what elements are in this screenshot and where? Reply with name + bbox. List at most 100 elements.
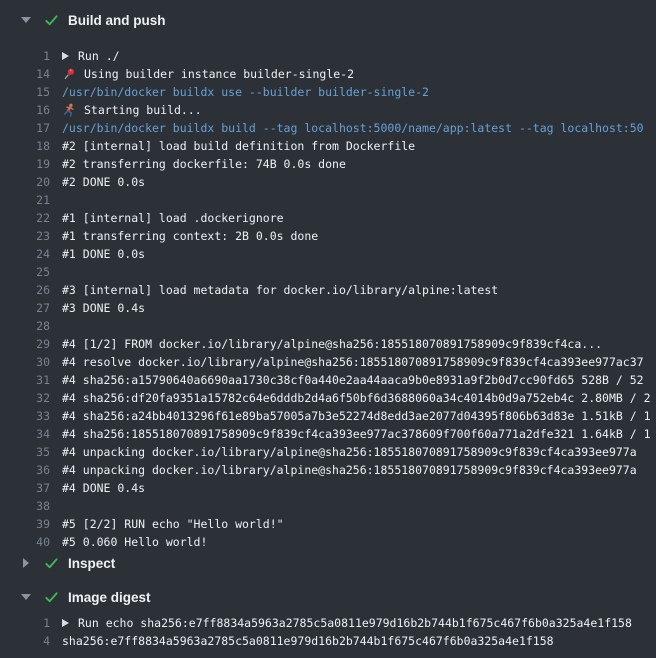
log-line-content: #2 DONE 0.0s — [50, 173, 145, 191]
log-line-content: #5 [2/2] RUN echo "Hello world!" — [50, 515, 284, 533]
log-text: #1 transferring context: 2B 0.0s done — [62, 227, 318, 245]
log-text: Run ./ — [78, 47, 120, 65]
log-line-content — [50, 317, 62, 335]
log-line: 39#5 [2/2] RUN echo "Hello world!" — [0, 515, 656, 533]
workflow-log: Build and push1Run ./14Using builder ins… — [0, 0, 656, 650]
log-text: sha256:e7ff8834a5963a2785c5a0811e979d16b… — [62, 632, 554, 650]
log-line: 17/usr/bin/docker buildx build --tag loc… — [0, 119, 656, 137]
log-text: #1 [internal] load .dockerignore — [62, 209, 284, 227]
log-line-content: #3 [internal] load metadata for docker.i… — [50, 281, 498, 299]
chevron-down-icon[interactable] — [20, 591, 32, 603]
line-number[interactable]: 39 — [0, 515, 50, 533]
log-line-content: #4 resolve docker.io/library/alpine@sha2… — [50, 353, 644, 371]
log-line-content: #4 sha256:df20fa9351a15782c64e6dddb2d4a6… — [50, 389, 651, 407]
runner-icon — [62, 103, 76, 117]
log-section-build-and-push: Build and push 1 Run ./ 14 Using builder ins… — [0, 10, 656, 551]
line-number[interactable]: 22 — [0, 209, 50, 227]
line-number[interactable]: 33 — [0, 407, 50, 425]
log-text: #2 DONE 0.0s — [62, 173, 145, 191]
line-number[interactable]: 16 — [0, 101, 50, 119]
line-number[interactable]: 25 — [0, 263, 50, 281]
log-text: #5 0.060 Hello world! — [62, 533, 207, 551]
line-number[interactable]: 15 — [0, 83, 50, 101]
log-line: 1 Run ./ — [0, 47, 656, 65]
log-line: 4 sha256:e7ff8834a5963a2785c5a0811e979d16… — [0, 632, 656, 650]
log-text: Starting build... — [84, 101, 202, 119]
line-number[interactable]: 20 — [0, 173, 50, 191]
section-title: Inspect — [68, 556, 115, 571]
log-line: 1Run echo sha256:e7ff8834a5963a2785c5a08… — [0, 614, 656, 632]
line-number[interactable]: 36 — [0, 461, 50, 479]
line-number[interactable]: 27 — [0, 299, 50, 317]
log-line-content: /usr/bin/docker buildx build --tag local… — [50, 119, 644, 137]
log-line: 36 #4 unpacking docker.io/library/alpine@… — [0, 461, 656, 479]
log-text: #4 unpacking docker.io/library/alpine@sh… — [62, 461, 637, 479]
section-title: Image digest — [68, 590, 151, 605]
log-text: #4 sha256:a15790640a6690aa1730c38cf0a440… — [62, 371, 644, 389]
log-line: 25 — [0, 263, 656, 281]
line-number[interactable]: 29 — [0, 335, 50, 353]
line-number[interactable]: 37 — [0, 479, 50, 497]
log-text: #1 DONE 0.0s — [62, 245, 145, 263]
line-number[interactable]: 4 — [0, 632, 50, 650]
line-number[interactable]: 19 — [0, 155, 50, 173]
chevron-right-icon[interactable] — [20, 557, 32, 569]
line-number[interactable]: 14 — [0, 65, 50, 83]
line-number[interactable]: 17 — [0, 119, 50, 137]
line-number[interactable]: 30 — [0, 353, 50, 371]
log-line: 29#4 [1/2] FROM docker.io/library/alpine… — [0, 335, 656, 353]
line-number[interactable]: 26 — [0, 281, 50, 299]
expander-icon[interactable] — [62, 619, 69, 627]
log-line-content: #2 transferring dockerfile: 74B 0.0s don… — [50, 155, 346, 173]
line-number[interactable]: 31 — [0, 371, 50, 389]
log-section-image-digest: Image digest 1Run echo sha256:e7ff8834a59… — [0, 587, 656, 650]
section-body: 1 Run ./ 14 Using builder instance builder-… — [0, 47, 656, 551]
chevron-down-icon[interactable] — [20, 14, 32, 26]
line-number[interactable]: 1 — [0, 47, 50, 65]
log-line: 40 #5 0.060 Hello world! — [0, 533, 656, 551]
log-line-content: #5 0.060 Hello world! — [50, 533, 207, 551]
line-number[interactable]: 40 — [0, 533, 50, 551]
log-line-content: #4 unpacking docker.io/library/alpine@sh… — [50, 443, 637, 461]
log-line-content — [50, 191, 62, 209]
log-line-content: Starting build... — [50, 101, 202, 119]
line-number[interactable]: 24 — [0, 245, 50, 263]
section-header-image-digest[interactable]: Image digest — [0, 587, 656, 607]
log-line: 38 — [0, 497, 656, 515]
line-number[interactable]: 21 — [0, 191, 50, 209]
expander-icon[interactable] — [62, 52, 69, 60]
section-title: Build and push — [68, 13, 166, 28]
line-number[interactable]: 32 — [0, 389, 50, 407]
line-number[interactable]: 35 — [0, 443, 50, 461]
log-line: 24 #1 DONE 0.0s — [0, 245, 656, 263]
log-text: #4 resolve docker.io/library/alpine@sha2… — [62, 353, 644, 371]
log-line: 27 #3 DONE 0.4s — [0, 299, 656, 317]
log-line: 31 #4 sha256:a15790640a6690aa1730c38cf0a4… — [0, 371, 656, 389]
log-line: 23 #1 transferring context: 2B 0.0s done — [0, 227, 656, 245]
log-line-content: Using builder instance builder-single-2 — [50, 65, 354, 83]
section-header-build-and-push[interactable]: Build and push — [0, 10, 656, 30]
log-line: 15/usr/bin/docker buildx use --builder b… — [0, 83, 656, 101]
log-line-content: #4 unpacking docker.io/library/alpine@sh… — [50, 461, 637, 479]
line-number[interactable]: 1 — [0, 614, 50, 632]
log-line-content: #2 [internal] load build definition from… — [50, 137, 415, 155]
log-text: Using builder instance builder-single-2 — [84, 65, 354, 83]
log-line: 21 — [0, 191, 656, 209]
line-number[interactable]: 28 — [0, 317, 50, 335]
log-line: 30 #4 resolve docker.io/library/alpine@sh… — [0, 353, 656, 371]
line-number[interactable]: 18 — [0, 137, 50, 155]
log-line-content: Run ./ — [50, 47, 120, 65]
line-number[interactable]: 34 — [0, 425, 50, 443]
log-line: 22 #1 [internal] load .dockerignore — [0, 209, 656, 227]
line-number[interactable]: 38 — [0, 497, 50, 515]
log-section-inspect: Inspect — [0, 553, 656, 573]
log-line-content: #4 [1/2] FROM docker.io/library/alpine@s… — [50, 335, 602, 353]
log-line: 14 Using builder instance builder-single-… — [0, 65, 656, 83]
log-text: #4 DONE 0.4s — [62, 479, 145, 497]
log-line-content: #4 DONE 0.4s — [50, 479, 145, 497]
section-header-inspect[interactable]: Inspect — [0, 553, 656, 573]
log-line: 20 #2 DONE 0.0s — [0, 173, 656, 191]
log-text: #3 DONE 0.4s — [62, 299, 145, 317]
log-line: 18#2 [internal] load build definition fr… — [0, 137, 656, 155]
line-number[interactable]: 23 — [0, 227, 50, 245]
